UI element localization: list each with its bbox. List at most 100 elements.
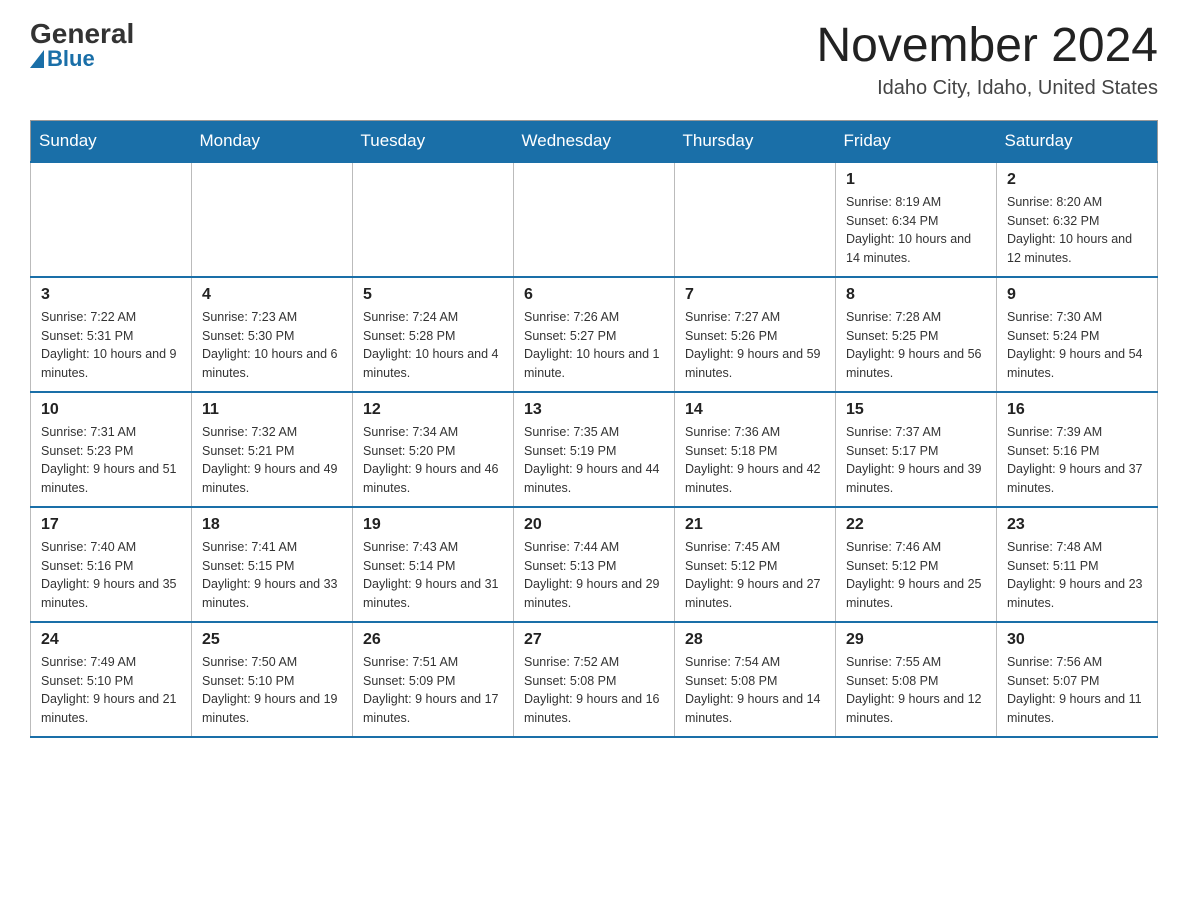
day-info: Sunrise: 7:41 AM Sunset: 5:15 PM Dayligh… — [202, 538, 342, 613]
day-number: 21 — [685, 516, 825, 534]
day-number: 18 — [202, 516, 342, 534]
calendar-cell: 13 Sunrise: 7:35 AM Sunset: 5:19 PM Dayli… — [514, 392, 675, 507]
calendar-cell: 16 Sunrise: 7:39 AM Sunset: 5:16 PM Dayli… — [997, 392, 1158, 507]
day-number: 5 — [363, 286, 503, 304]
calendar-week-row: 1 Sunrise: 8:19 AM Sunset: 6:34 PM Daylig… — [31, 162, 1158, 277]
calendar-cell: 11 Sunrise: 7:32 AM Sunset: 5:21 PM Dayli… — [192, 392, 353, 507]
calendar-cell: 27 Sunrise: 7:52 AM Sunset: 5:08 PM Dayli… — [514, 622, 675, 737]
day-number: 4 — [202, 286, 342, 304]
calendar-cell: 28 Sunrise: 7:54 AM Sunset: 5:08 PM Dayli… — [675, 622, 836, 737]
day-info: Sunrise: 7:46 AM Sunset: 5:12 PM Dayligh… — [846, 538, 986, 613]
calendar-cell: 25Sunrise: 7:50 AM Sunset: 5:10 PM Dayli… — [192, 622, 353, 737]
logo-general-text: General — [30, 20, 134, 48]
day-info: Sunrise: 7:34 AM Sunset: 5:20 PM Dayligh… — [363, 423, 503, 498]
day-info: Sunrise: 7:36 AM Sunset: 5:18 PM Dayligh… — [685, 423, 825, 498]
day-info: Sunrise: 7:40 AM Sunset: 5:16 PM Dayligh… — [41, 538, 181, 613]
day-info: Sunrise: 7:52 AM Sunset: 5:08 PM Dayligh… — [524, 653, 664, 728]
header-sunday: Sunday — [31, 120, 192, 162]
calendar-table: Sunday Monday Tuesday Wednesday Thursday… — [30, 120, 1158, 738]
calendar-cell: 14 Sunrise: 7:36 AM Sunset: 5:18 PM Dayli… — [675, 392, 836, 507]
calendar-cell: 6Sunrise: 7:26 AM Sunset: 5:27 PM Daylig… — [514, 277, 675, 392]
calendar-cell: 20 Sunrise: 7:44 AM Sunset: 5:13 PM Dayli… — [514, 507, 675, 622]
calendar-cell: 10Sunrise: 7:31 AM Sunset: 5:23 PM Dayli… — [31, 392, 192, 507]
day-number: 6 — [524, 286, 664, 304]
day-info: Sunrise: 7:48 AM Sunset: 5:11 PM Dayligh… — [1007, 538, 1147, 613]
calendar-cell: 2 Sunrise: 8:20 AM Sunset: 6:32 PM Daylig… — [997, 162, 1158, 277]
calendar-cell: 15Sunrise: 7:37 AM Sunset: 5:17 PM Dayli… — [836, 392, 997, 507]
day-info: Sunrise: 7:22 AM Sunset: 5:31 PM Dayligh… — [41, 308, 181, 383]
header-thursday: Thursday — [675, 120, 836, 162]
day-info: Sunrise: 7:51 AM Sunset: 5:09 PM Dayligh… — [363, 653, 503, 728]
calendar-cell: 1 Sunrise: 8:19 AM Sunset: 6:34 PM Daylig… — [836, 162, 997, 277]
day-info: Sunrise: 7:39 AM Sunset: 5:16 PM Dayligh… — [1007, 423, 1147, 498]
month-title: November 2024 — [816, 20, 1158, 73]
day-number: 26 — [363, 631, 503, 649]
page-header: General Blue November 2024 Idaho City, I… — [30, 20, 1158, 100]
day-number: 19 — [363, 516, 503, 534]
day-info: Sunrise: 7:45 AM Sunset: 5:12 PM Dayligh… — [685, 538, 825, 613]
header-monday: Monday — [192, 120, 353, 162]
day-info: Sunrise: 7:55 AM Sunset: 5:08 PM Dayligh… — [846, 653, 986, 728]
day-number: 17 — [41, 516, 181, 534]
day-info: Sunrise: 7:24 AM Sunset: 5:28 PM Dayligh… — [363, 308, 503, 383]
logo: General Blue — [30, 20, 134, 70]
logo-triangle-icon — [30, 50, 44, 68]
day-info: Sunrise: 7:28 AM Sunset: 5:25 PM Dayligh… — [846, 308, 986, 383]
day-number: 23 — [1007, 516, 1147, 534]
day-number: 16 — [1007, 401, 1147, 419]
day-number: 11 — [202, 401, 342, 419]
day-number: 2 — [1007, 171, 1147, 189]
day-info: Sunrise: 8:20 AM Sunset: 6:32 PM Dayligh… — [1007, 193, 1147, 268]
day-info: Sunrise: 7:49 AM Sunset: 5:10 PM Dayligh… — [41, 653, 181, 728]
calendar-cell: 24 Sunrise: 7:49 AM Sunset: 5:10 PM Dayli… — [31, 622, 192, 737]
calendar-cell: 30 Sunrise: 7:56 AM Sunset: 5:07 PM Dayli… — [997, 622, 1158, 737]
day-number: 28 — [685, 631, 825, 649]
day-info: Sunrise: 8:19 AM Sunset: 6:34 PM Dayligh… — [846, 193, 986, 268]
day-number: 1 — [846, 171, 986, 189]
calendar-cell: 23 Sunrise: 7:48 AM Sunset: 5:11 PM Dayli… — [997, 507, 1158, 622]
day-info: Sunrise: 7:44 AM Sunset: 5:13 PM Dayligh… — [524, 538, 664, 613]
day-number: 25 — [202, 631, 342, 649]
day-info: Sunrise: 7:27 AM Sunset: 5:26 PM Dayligh… — [685, 308, 825, 383]
calendar-cell: 17 Sunrise: 7:40 AM Sunset: 5:16 PM Dayli… — [31, 507, 192, 622]
calendar-cell: 5 Sunrise: 7:24 AM Sunset: 5:28 PM Daylig… — [353, 277, 514, 392]
calendar-cell: 3Sunrise: 7:22 AM Sunset: 5:31 PM Daylig… — [31, 277, 192, 392]
day-info: Sunrise: 7:54 AM Sunset: 5:08 PM Dayligh… — [685, 653, 825, 728]
day-info: Sunrise: 7:35 AM Sunset: 5:19 PM Dayligh… — [524, 423, 664, 498]
logo-blue-text: Blue — [30, 48, 95, 70]
day-number: 24 — [41, 631, 181, 649]
calendar-cell: 18 Sunrise: 7:41 AM Sunset: 5:15 PM Dayli… — [192, 507, 353, 622]
calendar-week-row: 24 Sunrise: 7:49 AM Sunset: 5:10 PM Dayli… — [31, 622, 1158, 737]
day-number: 20 — [524, 516, 664, 534]
day-number: 29 — [846, 631, 986, 649]
calendar-cell: 7Sunrise: 7:27 AM Sunset: 5:26 PM Daylig… — [675, 277, 836, 392]
calendar-week-row: 3Sunrise: 7:22 AM Sunset: 5:31 PM Daylig… — [31, 277, 1158, 392]
calendar-cell: 26 Sunrise: 7:51 AM Sunset: 5:09 PM Dayli… — [353, 622, 514, 737]
day-number: 9 — [1007, 286, 1147, 304]
header-wednesday: Wednesday — [514, 120, 675, 162]
calendar-week-row: 10Sunrise: 7:31 AM Sunset: 5:23 PM Dayli… — [31, 392, 1158, 507]
day-info: Sunrise: 7:30 AM Sunset: 5:24 PM Dayligh… — [1007, 308, 1147, 383]
day-info: Sunrise: 7:43 AM Sunset: 5:14 PM Dayligh… — [363, 538, 503, 613]
calendar-cell: 19 Sunrise: 7:43 AM Sunset: 5:14 PM Dayli… — [353, 507, 514, 622]
calendar-cell: 29 Sunrise: 7:55 AM Sunset: 5:08 PM Dayli… — [836, 622, 997, 737]
calendar-cell — [31, 162, 192, 277]
calendar-header-row: Sunday Monday Tuesday Wednesday Thursday… — [31, 120, 1158, 162]
calendar-cell: 21 Sunrise: 7:45 AM Sunset: 5:12 PM Dayli… — [675, 507, 836, 622]
day-number: 13 — [524, 401, 664, 419]
location-text: Idaho City, Idaho, United States — [816, 77, 1158, 100]
day-info: Sunrise: 7:56 AM Sunset: 5:07 PM Dayligh… — [1007, 653, 1147, 728]
calendar-week-row: 17 Sunrise: 7:40 AM Sunset: 5:16 PM Dayli… — [31, 507, 1158, 622]
day-number: 15 — [846, 401, 986, 419]
day-number: 30 — [1007, 631, 1147, 649]
day-info: Sunrise: 7:32 AM Sunset: 5:21 PM Dayligh… — [202, 423, 342, 498]
calendar-cell — [192, 162, 353, 277]
day-number: 12 — [363, 401, 503, 419]
day-number: 22 — [846, 516, 986, 534]
day-number: 27 — [524, 631, 664, 649]
day-number: 14 — [685, 401, 825, 419]
header-saturday: Saturday — [997, 120, 1158, 162]
calendar-cell: 22 Sunrise: 7:46 AM Sunset: 5:12 PM Dayli… — [836, 507, 997, 622]
calendar-cell — [514, 162, 675, 277]
day-number: 8 — [846, 286, 986, 304]
